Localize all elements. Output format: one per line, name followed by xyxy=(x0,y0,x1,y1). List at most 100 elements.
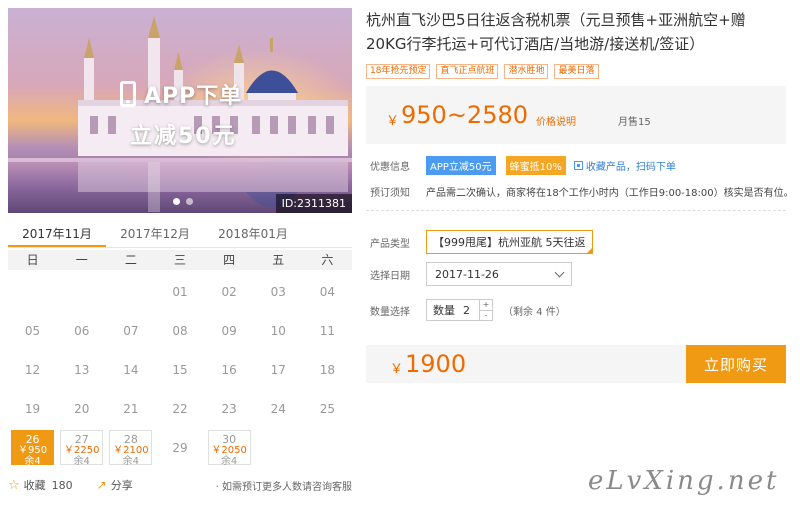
left-footer: ☆ 收藏 180 ↗ 分享 · 如需预订更多人数请咨询客服 xyxy=(8,476,352,494)
total-price-box: ￥ 1900 立即购买 xyxy=(366,345,786,383)
price-range: 950~2580 xyxy=(401,101,529,129)
calendar-day-available[interactable]: 26 ￥950 余4 xyxy=(11,430,55,467)
calendar-day: 24 xyxy=(270,401,286,416)
carousel-dot[interactable] xyxy=(173,198,180,205)
day-price: ￥2100 xyxy=(113,445,149,456)
product-tag: 18年抢先预定 xyxy=(366,64,431,79)
carousel-dots[interactable] xyxy=(173,198,193,205)
section-divider xyxy=(366,210,786,211)
month-tab[interactable]: 2017年12月 xyxy=(106,222,204,247)
calendar-day-available[interactable]: 30 ￥2050 余4 xyxy=(207,430,251,467)
month-tabs: 2017年11月 2017年12月 2018年01月 xyxy=(8,222,352,248)
share-icon[interactable]: ↗ xyxy=(97,478,107,492)
bee-points-badge: 蜂蜜抵10% xyxy=(505,156,566,175)
day-remaining: 余4 xyxy=(122,456,140,467)
promo-line-2: 立减50元 xyxy=(130,124,237,149)
product-tag: 直飞正点航班 xyxy=(436,64,499,79)
calendar-day: 07 xyxy=(123,323,139,338)
offers-label: 优惠信息 xyxy=(370,162,410,173)
total-amount: 1900 xyxy=(405,350,467,378)
calendar-day: 18 xyxy=(319,362,336,377)
calendar-day: 02 xyxy=(221,284,237,299)
month-tab[interactable]: 2018年01月 xyxy=(204,222,302,247)
product-tags: 18年抢先预定 直飞正点航班 潜水胜地 最美日落 xyxy=(366,64,599,79)
quantity-input[interactable] xyxy=(463,303,479,317)
calendar-day: 20 xyxy=(74,401,90,416)
collect-scan-link[interactable]: 收藏产品，扫码下单 xyxy=(586,158,676,173)
calendar-day-available[interactable]: 28 ￥2100 余4 xyxy=(109,430,153,467)
calendar-day: 14 xyxy=(123,362,139,377)
calendar-day: 06 xyxy=(74,323,90,338)
calendar-day: 21 xyxy=(123,401,139,416)
calendar-day: 10 xyxy=(270,323,286,338)
calendar-day: 05 xyxy=(24,323,41,338)
buy-now-button[interactable]: 立即购买 xyxy=(686,345,786,383)
product-title: 杭州直飞沙巴5日往返含税机票（元旦预售+亚洲航空+赠20KG行李托运+可代订酒店… xyxy=(366,11,746,53)
calendar-day: 22 xyxy=(172,401,188,416)
remaining-stock: （剩余 4 件） xyxy=(503,306,566,318)
product-tag: 最美日落 xyxy=(554,64,599,79)
date-row: 选择日期 2017-11-26 xyxy=(370,262,572,286)
weekday-label: 二 xyxy=(124,253,137,267)
qr-code-icon[interactable] xyxy=(573,161,583,170)
site-watermark: eLvXing.net xyxy=(588,466,780,496)
increment-button[interactable]: + xyxy=(480,300,492,310)
stepper-buttons: + - xyxy=(479,300,492,320)
calendar-day: 01 xyxy=(172,284,188,299)
weekday-header: 日一二三四五六 xyxy=(8,250,352,270)
day-number: 26 xyxy=(25,433,40,446)
calendar-day: 19 xyxy=(24,401,41,416)
day-number: 28 xyxy=(123,433,138,446)
calendar-empty-cell xyxy=(57,272,106,311)
day-number: 27 xyxy=(74,433,89,446)
offers-row: 优惠信息 APP立减50元 蜂蜜抵10% 收藏产品，扫码下单 xyxy=(370,156,676,175)
weekday-label: 日 xyxy=(26,253,39,267)
day-price: ￥950 xyxy=(18,445,48,456)
calendar-day: 04 xyxy=(319,284,336,299)
promo-line-1: APP下单 xyxy=(144,84,243,109)
monthly-sales: 月售15 xyxy=(618,116,651,128)
calendar-day: 23 xyxy=(221,401,237,416)
day-price: ￥2050 xyxy=(211,445,247,456)
selected-date: 2017-11-26 xyxy=(435,267,499,281)
day-number: 30 xyxy=(222,433,237,446)
quantity-label: 数量选择 xyxy=(370,306,410,318)
date-select[interactable]: 2017-11-26 xyxy=(426,262,572,286)
calendar-day: 12 xyxy=(24,362,41,377)
day-remaining: 余4 xyxy=(24,456,41,467)
calendar-day: 13 xyxy=(74,362,90,377)
quantity-row: 数量选择 数量 + - （剩余 4 件） xyxy=(370,299,566,321)
weekday-label: 三 xyxy=(173,253,186,267)
decrement-button[interactable]: - xyxy=(480,310,492,320)
calendar-empty-cell xyxy=(106,272,155,311)
product-type-option[interactable]: 【999甩尾】杭州亚航 5天往返 xyxy=(426,230,593,254)
weekday-label: 一 xyxy=(75,253,88,267)
calendar-day: 15 xyxy=(172,362,188,377)
star-icon[interactable]: ☆ xyxy=(8,478,20,493)
month-tab[interactable]: 2017年11月 xyxy=(8,222,106,247)
currency-symbol: ￥ xyxy=(386,113,400,129)
booking-notice-row: 预订须知 产品需二次确认，商家将在18个工作小时内（工作日9:00-18:00）… xyxy=(370,184,794,199)
carousel-dot[interactable] xyxy=(186,198,193,205)
day-remaining: 余4 xyxy=(220,456,238,467)
share-label[interactable]: 分享 xyxy=(111,477,133,493)
calendar-day-available[interactable]: 27 ￥2250 余4 xyxy=(60,430,104,467)
phone-icon xyxy=(120,81,136,107)
weekday-label: 五 xyxy=(272,253,285,267)
calendar-day: 16 xyxy=(221,362,237,377)
product-type-row: 产品类型 【999甩尾】杭州亚航 5天往返 xyxy=(370,230,593,254)
calendar-day: 25 xyxy=(319,401,336,416)
price-box: ￥ 950~2580 价格说明 月售15 xyxy=(366,86,786,144)
booking-notice-text: 产品需二次确认，商家将在18个工作小时内（工作日9:00-18:00）核实是否有… xyxy=(426,188,794,199)
favorite-label[interactable]: 收藏 xyxy=(24,477,46,493)
app-discount-badge: APP立减50元 xyxy=(426,156,496,175)
product-hero-image: APP下单 立减50元 ID:2311381 xyxy=(8,8,352,213)
price-explain-link[interactable]: 价格说明 xyxy=(536,113,576,128)
quantity-stepper: 数量 + - xyxy=(426,299,493,321)
calendar-day: 17 xyxy=(270,362,286,377)
date-label: 选择日期 xyxy=(370,270,410,282)
group-booking-note: · 如需预订更多人数请咨询客服 xyxy=(215,481,352,493)
calendar-day: 03 xyxy=(270,284,286,299)
product-type-label: 产品类型 xyxy=(370,238,410,250)
quantity-field-label: 数量 xyxy=(433,304,455,317)
